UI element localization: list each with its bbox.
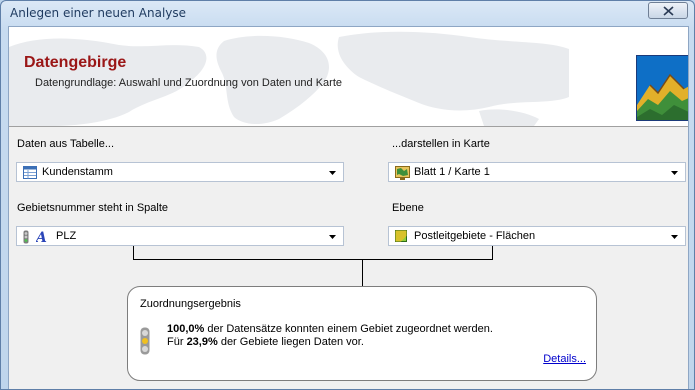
areas-prefix: Für bbox=[167, 336, 187, 348]
records-percentage: 100,0% bbox=[167, 323, 205, 335]
traffic-light-icon bbox=[140, 327, 150, 355]
dialog-content: Datengebirge Datengrundlage: Auswahl und… bbox=[8, 26, 689, 389]
details-link[interactable]: Details... bbox=[543, 353, 586, 365]
close-icon bbox=[663, 6, 674, 16]
result-panel: Zuordnungsergebnis 100,0% der Datensätze… bbox=[127, 286, 597, 381]
result-line-areas: Für 23,9% der Gebiete liegen Daten vor. bbox=[167, 336, 364, 348]
areas-text: der Gebiete liegen Daten vor. bbox=[217, 336, 364, 348]
result-line-records: 100,0% der Datensätze konnten einem Gebi… bbox=[167, 323, 493, 335]
result-title: Zuordnungsergebnis bbox=[140, 298, 241, 310]
dialog-window: Anlegen einer neuen Analyse Datengebirge… bbox=[0, 0, 695, 390]
title-bar[interactable]: Anlegen einer neuen Analyse bbox=[1, 1, 694, 27]
close-button[interactable] bbox=[648, 2, 688, 19]
window-title: Anlegen einer neuen Analyse bbox=[10, 6, 187, 20]
areas-percentage: 23,9% bbox=[186, 336, 218, 348]
records-text: der Datensätze konnten einem Gebiet zuge… bbox=[204, 323, 493, 335]
